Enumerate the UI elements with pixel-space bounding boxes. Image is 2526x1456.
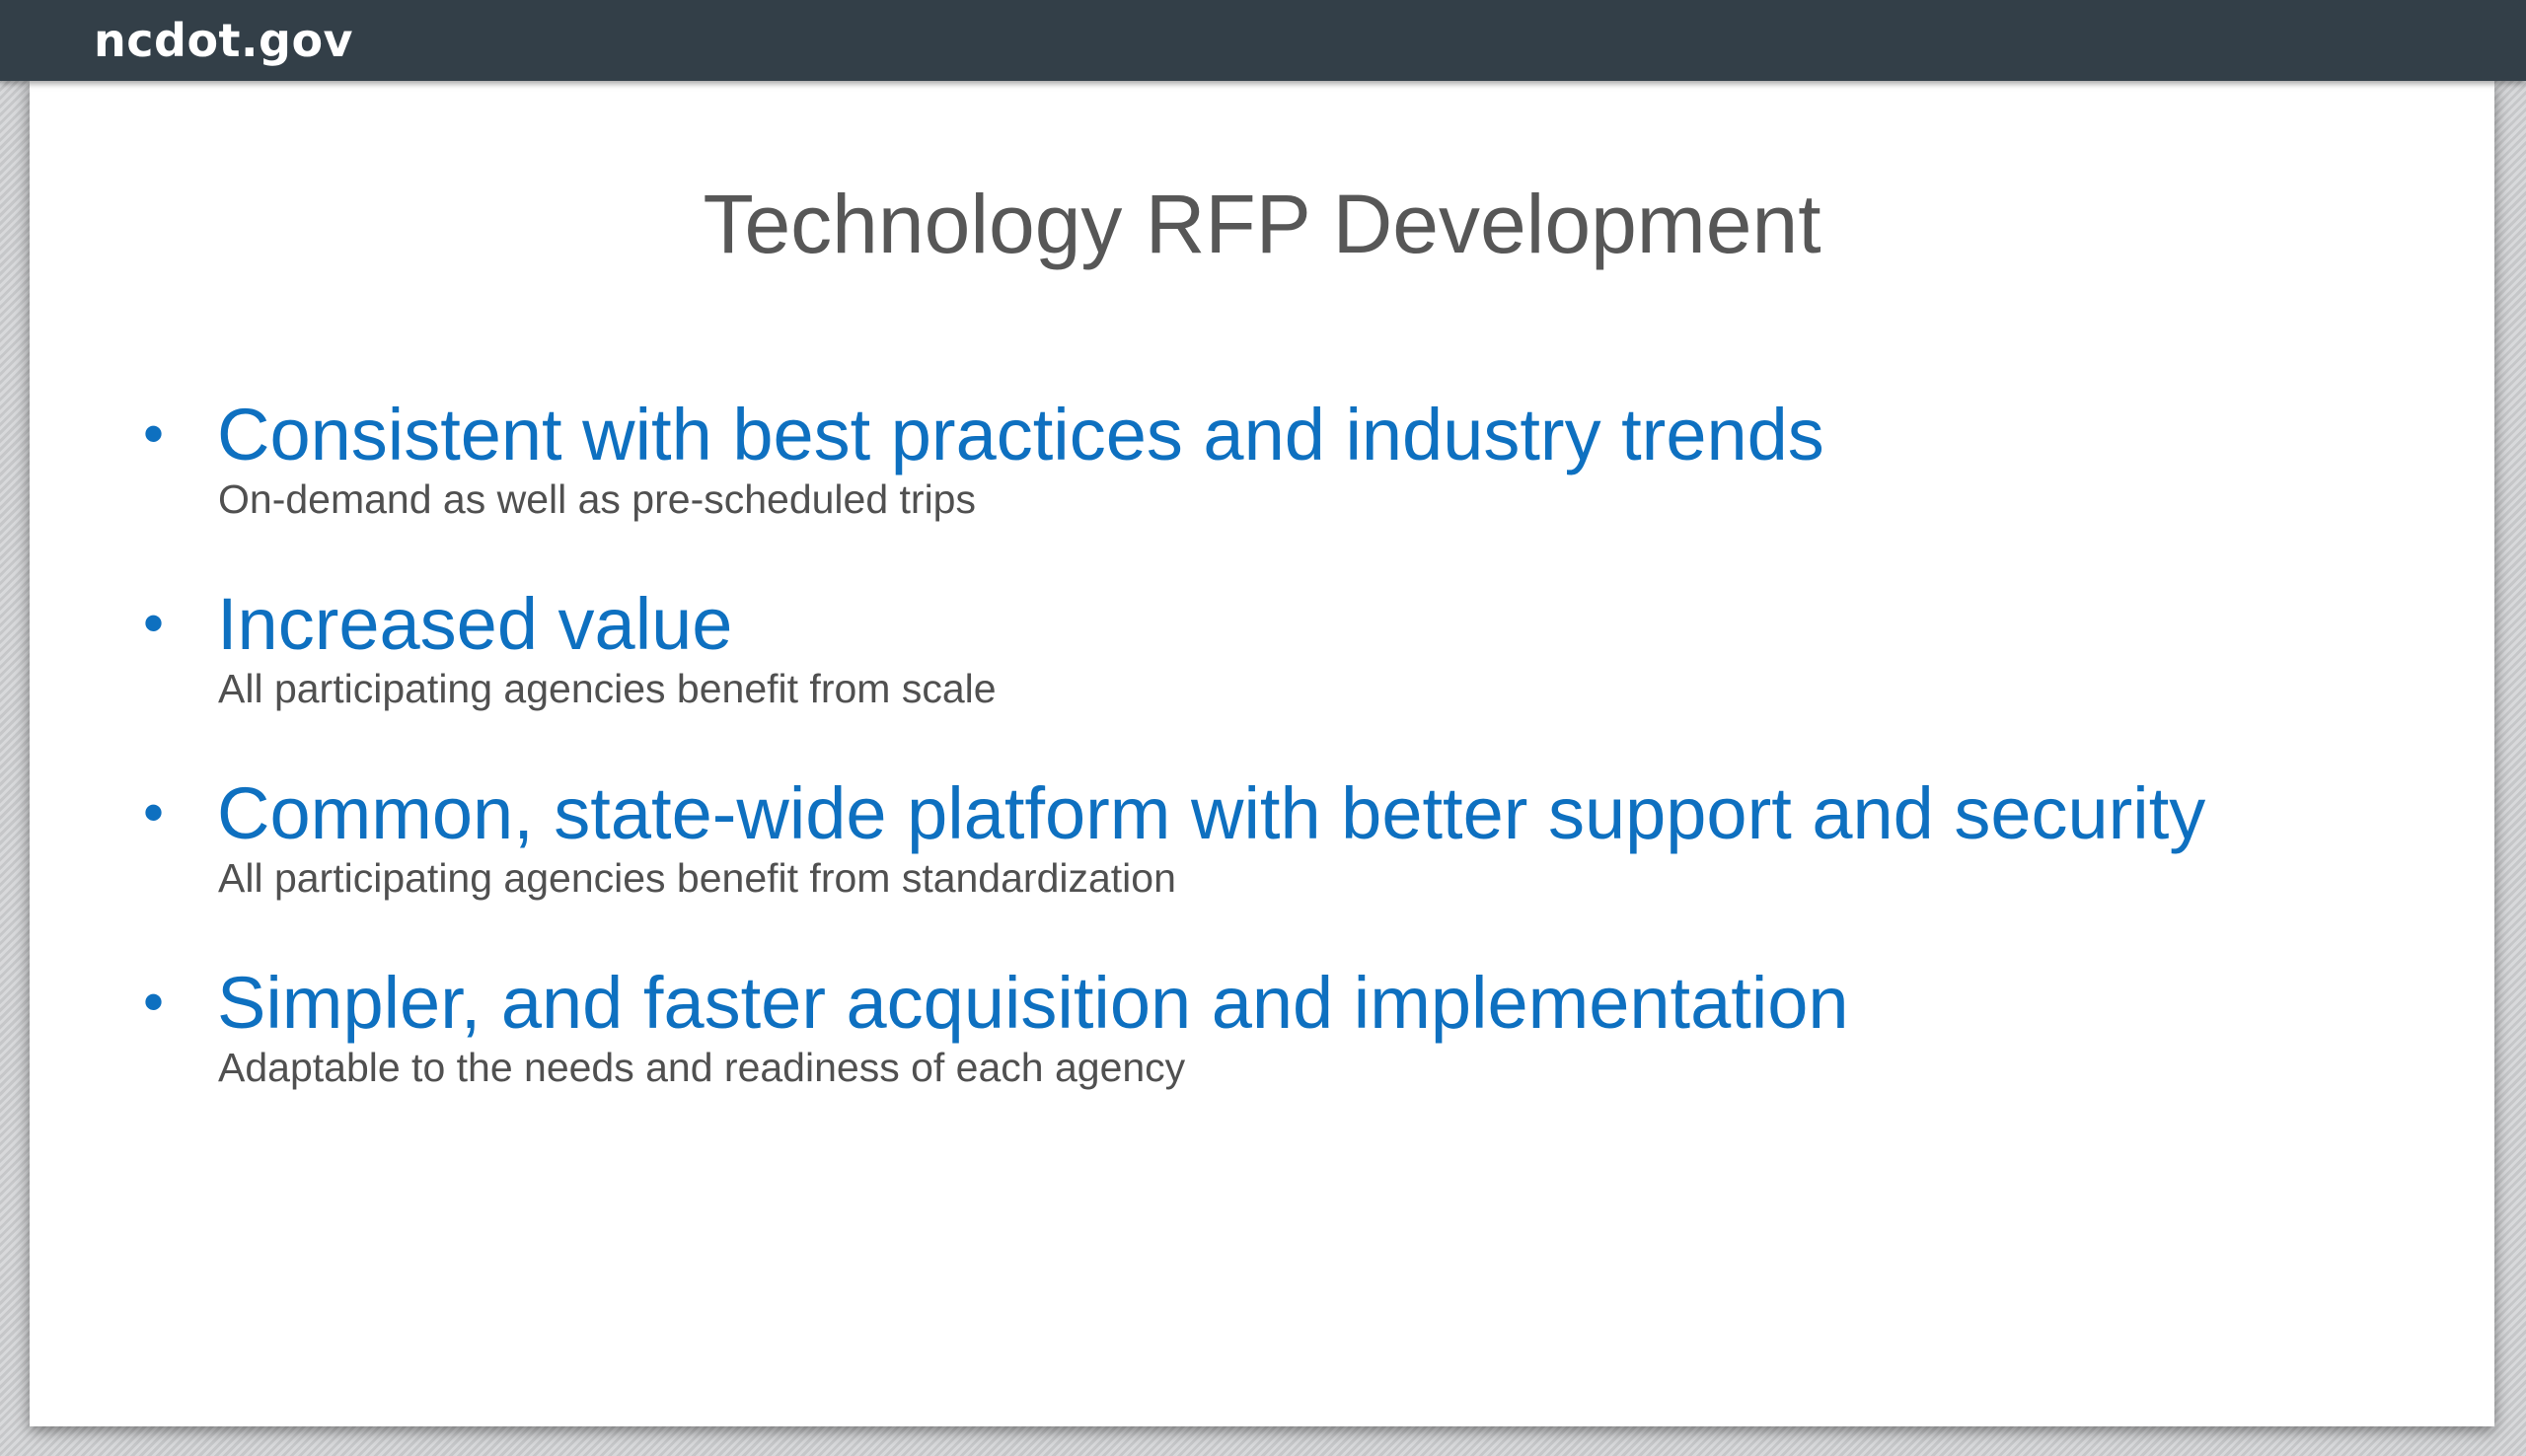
top-bar: ncdot.gov	[0, 0, 2526, 81]
slide-title: Technology RFP Development	[703, 178, 1821, 270]
bullet-subtext: All participating agencies benefit from …	[218, 855, 1176, 901]
bullet-subtext: Adaptable to the needs and readiness of …	[218, 1045, 1186, 1090]
bullet-subtext: On-demand as well as pre-scheduled trips	[218, 476, 976, 522]
bullet-heading: Simpler, and faster acquisition and impl…	[217, 962, 1849, 1044]
presentation-slide: Technology RFP Development • Consistent …	[30, 81, 2494, 1426]
bullet-dot-icon: •	[143, 590, 165, 656]
bullet-heading: Consistent with best practices and indus…	[217, 394, 1824, 475]
site-name[interactable]: ncdot.gov	[94, 10, 353, 71]
bullet-dot-icon: •	[143, 400, 165, 467]
bullet-dot-icon: •	[143, 779, 165, 845]
bullet-dot-icon: •	[143, 969, 165, 1035]
bullet-heading: Increased value	[217, 583, 733, 665]
bullet-subtext: All participating agencies benefit from …	[218, 666, 997, 711]
bullet-heading: Common, state-wide platform with better …	[217, 772, 2206, 854]
